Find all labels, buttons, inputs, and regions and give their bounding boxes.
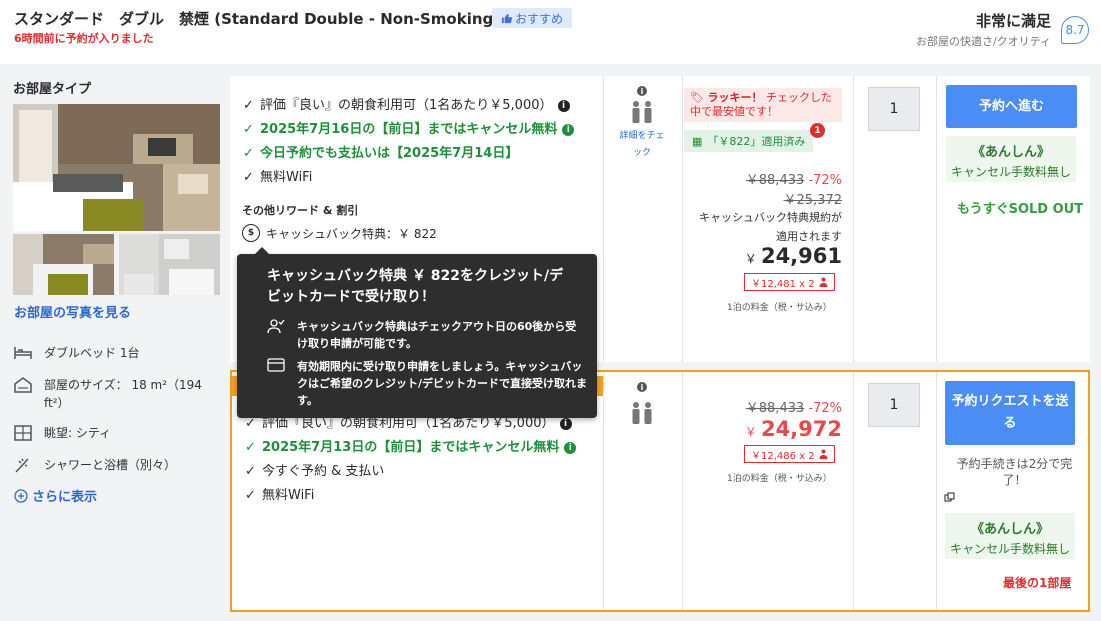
window-view-icon xyxy=(12,424,34,442)
last-room-notice: 最後の1部屋 xyxy=(1003,576,1072,590)
discount-percent: -72% xyxy=(808,401,842,416)
per-night-note: 1泊の料金（税・サ込み） xyxy=(727,303,832,313)
shower-icon xyxy=(12,456,34,474)
sold-out-soon-notice: もうすぐSOLD OUT xyxy=(957,202,1084,217)
column-divider xyxy=(682,372,683,610)
offer1-benefits: ✓ 評価『良い』の朝食利用可（1名あたり￥5,000） i ✓ 2025年7月16日… xyxy=(242,94,592,242)
original-price: ￥88,433 xyxy=(745,173,805,188)
column-divider xyxy=(853,372,854,610)
room-info-panel: お部屋タイプ お部屋の写真を見る ダブルベッド 1台 部屋のサイズ： 18 m²… xyxy=(0,68,229,621)
tooltip-row-eligibility: キャッシュバック特典はチェックアウト日の60後から受け取り申請が可能です。 xyxy=(267,318,587,352)
cashback-terms-note: キャッシュバック特典規約が適用されます xyxy=(699,211,842,243)
info-icon[interactable]: i xyxy=(562,124,575,136)
bathroom-thumb-image xyxy=(119,234,220,295)
benefit-free-cancel: ✓ 2025年7月16日の【前日】まではキャンセル無料 i xyxy=(242,118,592,142)
room-photo-thumb-1[interactable] xyxy=(13,234,114,295)
room-size-icon xyxy=(12,376,34,394)
quick-booking-note: 予約手続きは2分で完了！ xyxy=(956,457,1073,487)
feature-shower: シャワーと浴槽（別々） xyxy=(12,456,214,474)
coupon-count-badge: 1 xyxy=(810,123,825,138)
credit-card-icon xyxy=(267,358,285,409)
tooltip-arrow xyxy=(255,247,269,254)
per-person-price: ￥12,486 x 2 xyxy=(744,445,835,463)
benefit-free-cancel: ✓ 2025年7月13日の【前日】まではキャンセル無料 i xyxy=(244,436,594,460)
external-window-icon xyxy=(944,492,955,502)
bed-icon xyxy=(12,344,34,362)
lucky-lowest-price-badge: 🏷 ラッキー！ チェックした中で最安値です！ xyxy=(684,88,842,122)
show-more-link[interactable]: さらに表示 xyxy=(14,486,97,505)
room-photo-image xyxy=(13,104,220,231)
coupon-icon: ▦ xyxy=(692,134,703,148)
person-icon xyxy=(819,449,828,459)
final-price: ￥ 24,972 xyxy=(744,417,842,441)
review-score: 8.7 xyxy=(1061,16,1089,44)
room-header: スタンダード ダブル 禁煙 (Standard Double - Non-Smo… xyxy=(0,0,1101,64)
two-persons-icon xyxy=(632,402,652,424)
view-photos-link[interactable]: お部屋の写真を見る xyxy=(14,302,131,321)
feature-bed: ダブルベッド 1台 xyxy=(12,344,214,362)
info-icon[interactable]: i xyxy=(564,442,577,454)
benefit-breakfast: ✓ 評価『良い』の朝食利用可（1名あたり￥5,000） i xyxy=(242,94,592,118)
no-cancel-fee-badge: 《あんしん》 キャンセル手数料無し xyxy=(946,136,1076,182)
room-quantity-select[interactable]: 1 xyxy=(868,383,920,427)
info-icon[interactable]: i xyxy=(557,100,570,112)
cashback-coin-icon: $ xyxy=(242,224,260,242)
thumbs-up-icon xyxy=(501,13,512,23)
tooltip-row-card: 有効期限内に受け取り申請をしましょう。キャッシュバックはご希望のクレジット/デビ… xyxy=(267,358,587,409)
rewards-title: その他リワード & 割引 xyxy=(242,204,359,217)
discount-percent: -72% xyxy=(808,173,842,188)
recent-booking-notice: 6時間前に予約が入りました xyxy=(14,32,154,45)
offer2-benefits: ✓ 評価『良い』の朝食利用可（1名あたり￥5,000） i ✓ 2025年7月13日… xyxy=(244,412,594,508)
price-original-row: ￥88,433 -72% xyxy=(700,397,842,416)
two-persons-icon xyxy=(632,101,652,123)
cashback-tooltip: キャッシュバック特典 ￥ 822をクレジット/デビットカードで受け取り！ キャッ… xyxy=(237,247,597,418)
info-icon[interactable]: i xyxy=(637,86,647,96)
room-type-heading: お部屋タイプ xyxy=(13,82,92,97)
room-photo-main[interactable] xyxy=(13,104,220,231)
room-photo-thumb-2[interactable] xyxy=(119,234,220,295)
tooltip-title: キャッシュバック特典 ￥ 822をクレジット/デビットカードで受け取り！ xyxy=(267,268,564,305)
room-quantity-select[interactable]: 1 xyxy=(868,87,920,131)
column-divider xyxy=(603,372,604,610)
column-divider xyxy=(682,76,683,362)
reserve-button[interactable]: 予約へ進む xyxy=(946,85,1077,128)
benefit-wifi: ✓ 無料WiFi xyxy=(243,170,313,185)
second-price: ￥25,372 xyxy=(783,193,843,208)
per-night-note: 1泊の料金（税・サ込み） xyxy=(727,474,832,484)
person-icon xyxy=(819,277,828,287)
column-divider xyxy=(853,76,854,362)
column-divider xyxy=(936,76,937,362)
recommend-badge: おすすめ xyxy=(492,8,572,28)
occupancy-cell: i xyxy=(612,382,672,426)
recommend-label: おすすめ xyxy=(514,11,563,26)
room-title: スタンダード ダブル 禁煙 (Standard Double - Non-Smo… xyxy=(14,10,501,28)
benefit-pay-later: ✓ 今日予約でも支払いは【2025年7月14日】 xyxy=(243,146,519,161)
room-thumb-image xyxy=(13,234,114,295)
cashback-reward[interactable]: $ キャッシュバック特典：￥ 822 xyxy=(242,224,592,242)
reservation-request-button[interactable]: 予約リクエストを送る xyxy=(945,381,1075,445)
person-check-icon xyxy=(267,318,285,352)
no-cancel-fee-badge: 《あんしん》 キャンセル手数料無し xyxy=(945,513,1075,559)
review-rating-word: 非常に満足 xyxy=(975,12,1051,30)
benefit-wifi: ✓ 無料WiFi xyxy=(245,488,315,503)
feature-view: 眺望: シティ xyxy=(12,424,214,442)
column-divider xyxy=(603,76,604,362)
info-icon[interactable]: i xyxy=(637,382,647,392)
per-person-price: ￥12,481 x 2 xyxy=(744,273,835,291)
tag-icon: 🏷 xyxy=(690,91,704,104)
column-divider xyxy=(936,372,937,610)
price-original-row: ￥88,433 -72% xyxy=(700,169,842,188)
final-price: ￥ 24,961 xyxy=(744,244,842,268)
plus-circle-icon xyxy=(14,488,28,503)
benefit-pay-now: ✓ 今すぐ予約 & 支払い xyxy=(245,464,385,479)
feature-room-size: 部屋のサイズ： 18 m²（194 ft²） xyxy=(12,376,214,412)
review-category: お部屋の快適さ/クオリティ xyxy=(915,35,1051,48)
occupancy-details-link[interactable]: 詳細をチェック xyxy=(619,128,665,162)
info-icon[interactable]: i xyxy=(559,418,572,430)
original-price: ￥88,433 xyxy=(745,401,805,416)
occupancy-cell: i 詳細をチェック xyxy=(612,86,672,162)
coupon-applied-badge: ▦ 「￥822」適用済み xyxy=(684,130,814,152)
